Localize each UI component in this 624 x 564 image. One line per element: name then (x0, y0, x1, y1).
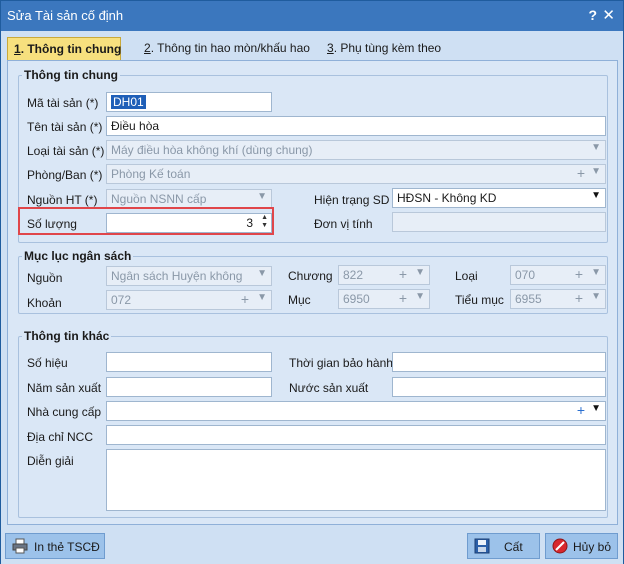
tab-thong-tin-chung[interactable]: 1. Thông tin chung (7, 37, 121, 61)
tab-panel: Thông tin chung Mã tài sản (*) DH01 Tên … (7, 60, 618, 525)
print-card-button[interactable]: In thẻ TSCĐ (5, 533, 105, 559)
loai-select[interactable]: 070 + ▼ (510, 265, 606, 285)
nam-san-xuat-label: Năm sản xuất (27, 381, 102, 395)
so-hieu-input[interactable] (106, 352, 272, 372)
chevron-down-icon: ▼ (257, 268, 267, 279)
khoan-select[interactable]: 072 + ▼ (106, 290, 272, 310)
phong-ban-select[interactable]: Phòng Kế toán + ▼ (106, 164, 606, 184)
nguon-ht-select[interactable]: Nguồn NSNN cấp ▼ (106, 189, 272, 209)
dia-chi-ncc-label: Địa chỉ NCC (27, 430, 94, 444)
plus-icon: + (240, 291, 249, 307)
nha-cung-cap-label: Nhà cung cấp (27, 405, 102, 419)
dia-chi-ncc-input[interactable] (106, 425, 606, 445)
plus-icon: + (576, 165, 585, 181)
plus-icon: + (574, 266, 583, 282)
don-vi-tinh-input[interactable] (392, 212, 606, 232)
nguon-select[interactable]: Ngân sách Huyện không ▼ (106, 266, 272, 286)
nguon-label: Nguồn (27, 271, 63, 285)
cancel-icon (552, 538, 568, 554)
ten-tai-san-input[interactable]: Điều hòa (106, 116, 606, 136)
chevron-down-icon: ▼ (591, 291, 601, 302)
chuong-label: Chương (288, 269, 333, 283)
chevron-down-icon[interactable]: ▼ (591, 403, 601, 414)
muc-label: Mục (288, 293, 311, 307)
chevron-down-icon: ▼ (591, 190, 601, 201)
ma-tai-san-input[interactable]: DH01 (106, 92, 272, 112)
printer-icon (12, 538, 28, 554)
tab-strip: 1. Thông tin chung 2. Thông tin hao mòn/… (7, 37, 619, 61)
loai-label: Loại (455, 269, 478, 283)
dien-giai-label: Diễn giải (27, 454, 74, 468)
window-title: Sửa Tài sản cố định (7, 8, 124, 23)
dien-giai-textarea[interactable] (106, 449, 606, 511)
dialog-window: Sửa Tài sản cố định ? ✕ 1. Thông tin chu… (0, 0, 624, 564)
cancel-button[interactable]: Hủy bỏ (545, 533, 618, 559)
loai-tai-san-select[interactable]: Máy điều hòa không khí (dùng chung) ▼ (106, 140, 606, 160)
so-luong-highlight (18, 207, 274, 235)
plus-icon: + (574, 290, 583, 306)
don-vi-tinh-label: Đơn vị tính (314, 217, 373, 231)
chuong-select[interactable]: 822 + ▼ (338, 265, 430, 285)
tab-hao-mon-khau-hao[interactable]: 2. Thông tin hao mòn/khấu hao (138, 37, 316, 59)
khoan-label: Khoản (27, 296, 62, 310)
chevron-down-icon: ▼ (591, 166, 601, 177)
thoi-gian-bao-hanh-input[interactable] (392, 352, 606, 372)
phong-ban-label: Phòng/Ban (*) (27, 168, 103, 182)
nuoc-san-xuat-label: Nước sản xuất (289, 381, 369, 395)
chevron-down-icon: ▼ (591, 142, 601, 153)
plus-icon[interactable]: + (577, 402, 585, 418)
nuoc-san-xuat-input[interactable] (392, 377, 606, 397)
chevron-down-icon: ▼ (415, 267, 425, 278)
help-button[interactable]: ? (588, 7, 597, 23)
floppy-disk-icon (474, 538, 490, 554)
chevron-down-icon: ▼ (257, 191, 267, 202)
ma-tai-san-label: Mã tài sản (*) (27, 96, 99, 110)
thoi-gian-bao-hanh-label: Thời gian bảo hành (289, 356, 393, 370)
nha-cung-cap-select[interactable]: + ▼ (106, 401, 606, 421)
hien-trang-select[interactable]: HĐSN - Không KD ▼ (392, 188, 606, 208)
hien-trang-label: Hiện trạng SD (314, 193, 390, 207)
plus-icon: + (398, 266, 407, 282)
muc-select[interactable]: 6950 + ▼ (338, 289, 430, 309)
group-budget-title: Mục lục ngân sách (22, 249, 134, 263)
chevron-down-icon: ▼ (257, 292, 267, 303)
group-other-title: Thông tin khác (22, 329, 112, 343)
ten-tai-san-label: Tên tài sản (*) (27, 120, 103, 134)
chevron-down-icon: ▼ (415, 291, 425, 302)
nam-san-xuat-input[interactable] (106, 377, 272, 397)
nguon-ht-label: Nguồn HT (*) (27, 193, 98, 207)
group-general-title: Thông tin chung (22, 68, 120, 82)
close-button[interactable]: ✕ (602, 6, 615, 24)
bottom-toolbar: In thẻ TSCĐ Cất Hủy bỏ (1, 527, 623, 564)
save-button[interactable]: Cất (467, 533, 540, 559)
tieu-muc-select[interactable]: 6955 + ▼ (510, 289, 606, 309)
tieu-muc-label: Tiểu mục (455, 293, 504, 307)
title-bar: Sửa Tài sản cố định ? ✕ (1, 1, 623, 31)
tab-phu-tung[interactable]: 3. Phụ tùng kèm theo (321, 37, 447, 59)
chevron-down-icon: ▼ (591, 267, 601, 278)
plus-icon: + (398, 290, 407, 306)
loai-tai-san-label: Loại tài sản (*) (27, 144, 105, 158)
so-hieu-label: Số hiệu (27, 356, 68, 370)
